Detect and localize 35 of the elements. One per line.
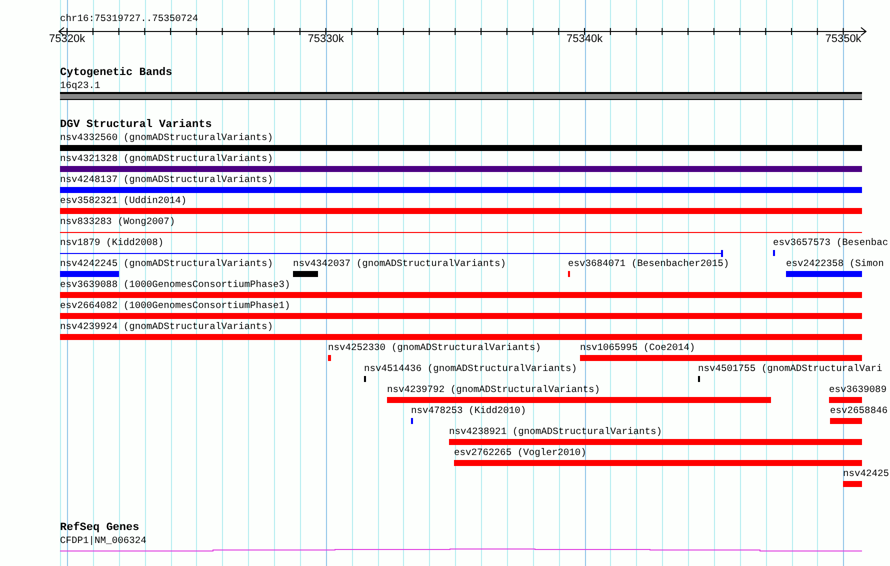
variant-label[interactable]: nsv42425 [843, 468, 890, 480]
variant-label[interactable]: nsv4332560 (gnomADStructuralVariants) [60, 132, 274, 144]
variant-label[interactable]: nsv4239792 (gnomADStructuralVariants) [387, 384, 600, 396]
track-title: DGV Structural Variants [60, 119, 212, 132]
variant-label[interactable]: nsv4514436 (gnomADStructuralVariants) [364, 363, 578, 375]
tick-label: 75320k [49, 33, 86, 45]
variant-label[interactable]: esv3639088 (1000GenomesConsortiumPhase3) [60, 279, 290, 291]
variant-label[interactable]: nsv4239924 (gnomADStructuralVariants) [60, 321, 274, 333]
variant-label[interactable]: nsv4252330 (gnomADStructuralVariants) [328, 342, 542, 354]
variant-label[interactable]: esv2422358 (Simon [786, 258, 884, 270]
tick-label: 75330k [308, 33, 344, 45]
band-label: 16q23.1 [60, 80, 100, 92]
gene-label[interactable]: CFDP1|NM_006324 [60, 535, 146, 547]
region-title: chr16:75319727..75350724 [60, 13, 198, 25]
variant-label[interactable]: esv3639089 [829, 384, 887, 396]
variant-label[interactable]: esv3582321 (Uddin2014) [60, 195, 187, 207]
track-title: Cytogenetic Bands [60, 67, 172, 80]
variant-label[interactable]: nsv4321328 (gnomADStructuralVariants) [60, 153, 274, 165]
track-title: RefSeq Genes [60, 522, 140, 535]
tick-label: 75340k [566, 33, 603, 45]
variant-label[interactable]: esv3684071 (Besenbacher2015) [568, 258, 730, 270]
variant-label[interactable]: esv2658846 [830, 405, 888, 417]
variant-label[interactable]: nsv4248137 (gnomADStructuralVariants) [60, 174, 274, 186]
variant-label[interactable]: nsv4342037 (gnomADStructuralVariants) [292, 258, 506, 270]
variant-label[interactable]: nsv478253 (Kidd2010) [410, 405, 526, 417]
variant-label[interactable]: nsv4242245 (gnomADStructuralVariants) [60, 258, 274, 270]
variant-label[interactable]: nsv833283 (Wong2007) [60, 216, 176, 228]
variant-label[interactable]: nsv1065995 (Coe2014) [580, 342, 696, 354]
variant-label[interactable]: esv2664082 (1000GenomesConsortiumPhase1) [60, 300, 290, 312]
variant-label[interactable]: nsv4501755 (gnomADStructuralVari [698, 363, 882, 375]
tick-label: 75350k [825, 33, 862, 45]
variant-label[interactable]: esv2762265 (Vogler2010) [454, 447, 586, 459]
variant-label[interactable]: esv3657573 (Besenbac [772, 237, 888, 249]
variant-label[interactable]: nsv4238921 (gnomADStructuralVariants) [449, 426, 662, 438]
variant-label[interactable]: nsv1879 (Kidd2008) [60, 237, 164, 249]
